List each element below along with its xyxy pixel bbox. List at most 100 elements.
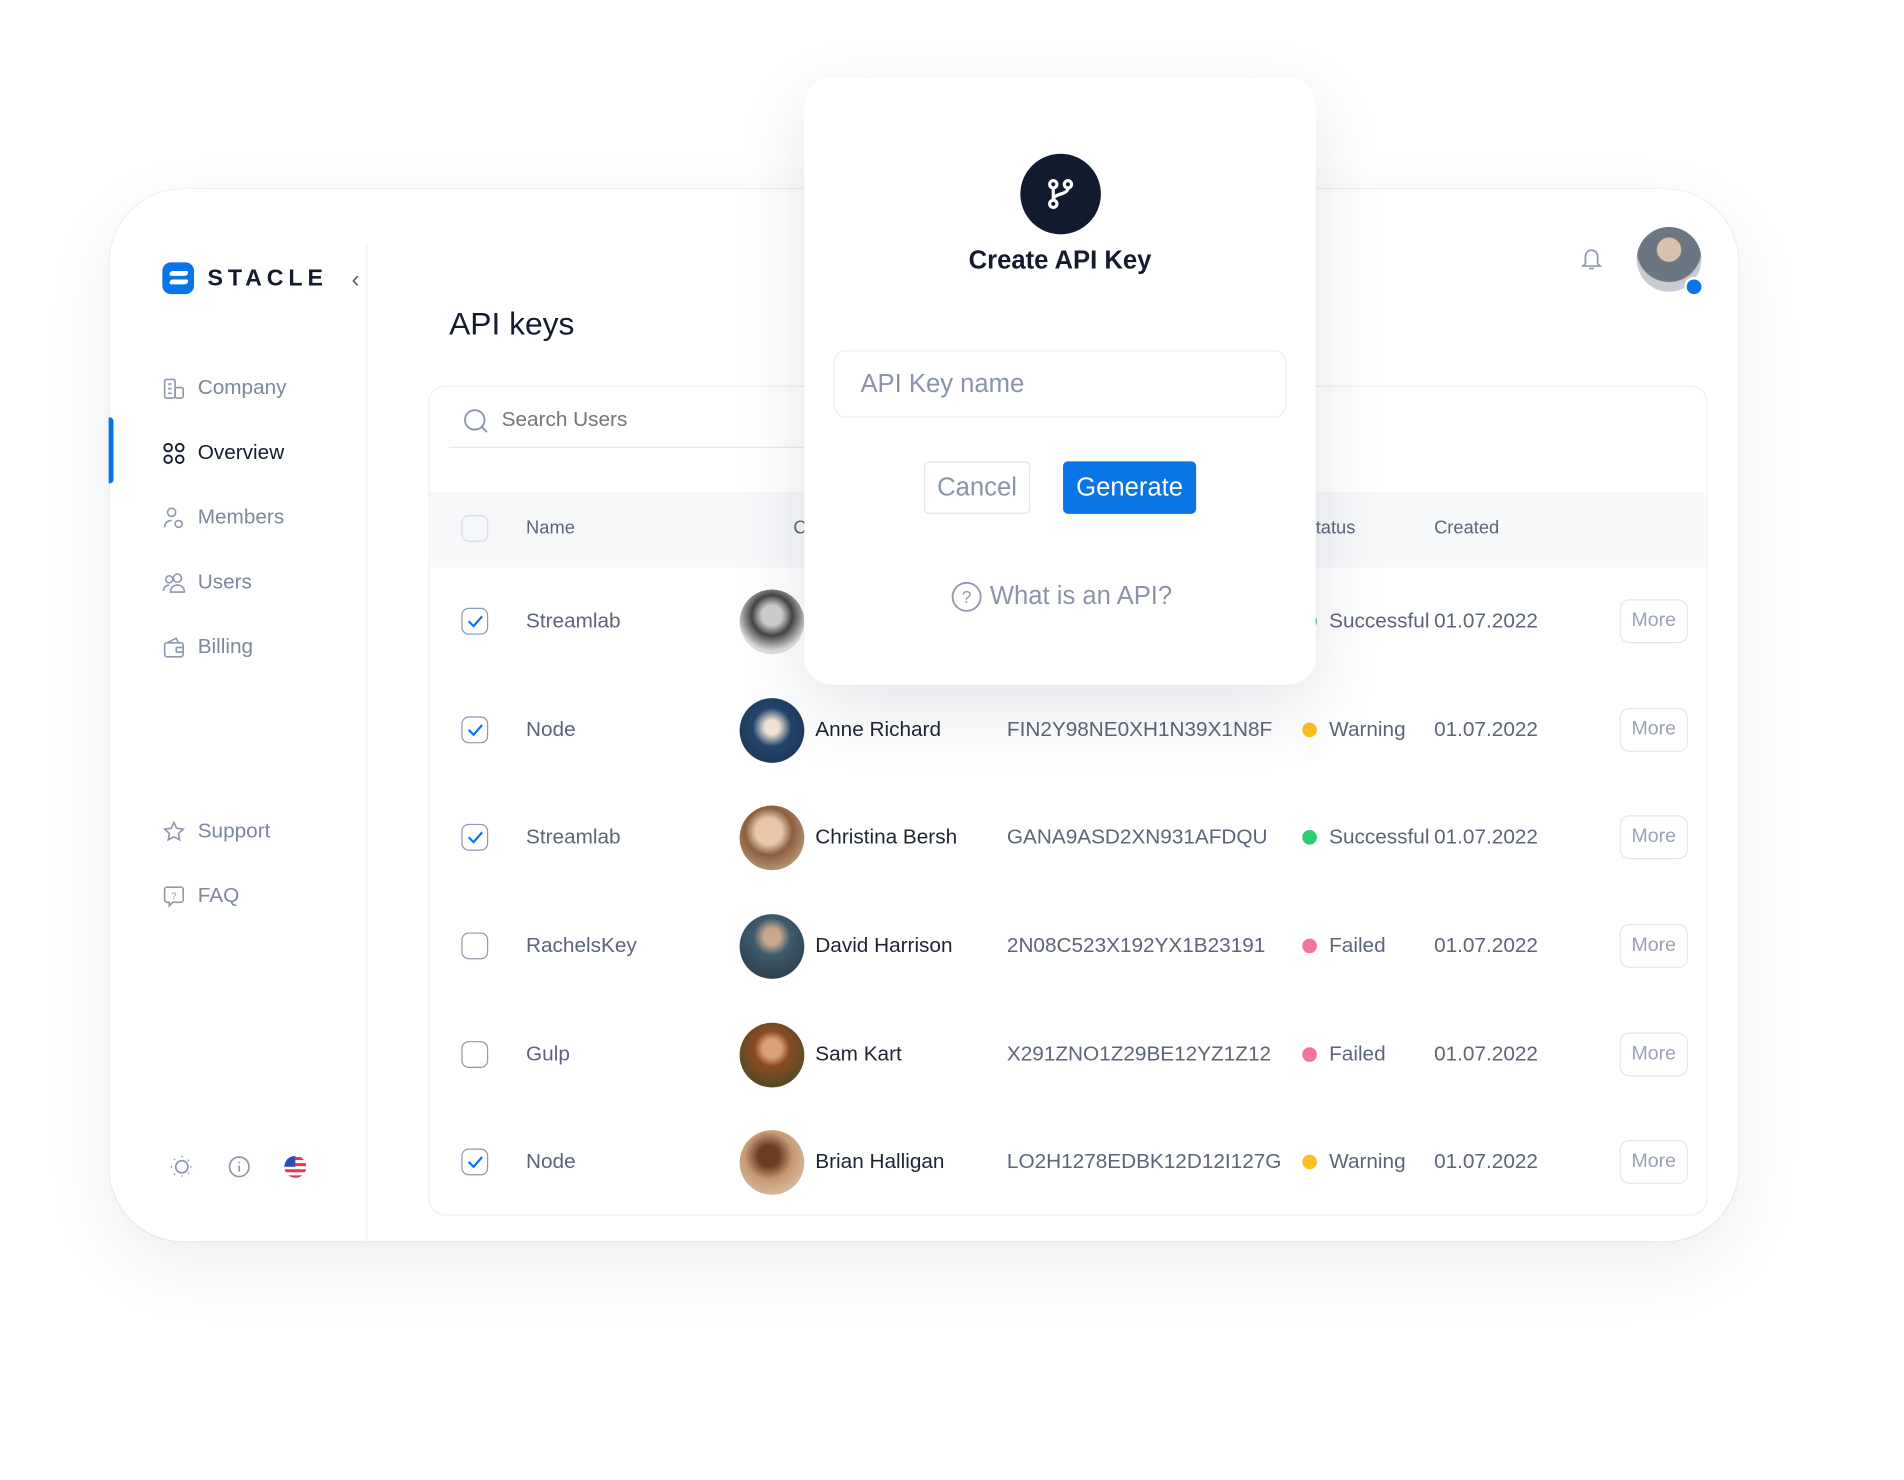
sidebar-item-label: Overview xyxy=(197,440,285,464)
page-title: API keys xyxy=(449,305,575,342)
help-link-label: What is an API? xyxy=(989,582,1173,611)
brand-name: STACLE xyxy=(207,266,328,292)
owner-avatar xyxy=(739,1022,805,1088)
status-dot xyxy=(1302,1154,1317,1170)
sidebar-item-billing[interactable]: Billing xyxy=(162,632,253,661)
status-label: Successful xyxy=(1329,825,1430,849)
building-icon xyxy=(163,378,185,399)
svg-text:?: ? xyxy=(962,588,972,607)
select-all-checkbox[interactable] xyxy=(461,515,489,542)
svg-text:?: ? xyxy=(171,890,176,900)
api-key-value: X291ZNO1Z29BE12YZ1Z12 xyxy=(1006,1042,1272,1066)
api-key-value: GANA9ASD2XN931AFDQU xyxy=(1006,825,1268,849)
status-label: Successful xyxy=(1329,609,1430,633)
status-label: Warning xyxy=(1329,1149,1406,1173)
key-name: Streamlab xyxy=(526,609,621,633)
owner-avatar xyxy=(739,1130,805,1195)
row-checkbox[interactable] xyxy=(461,716,489,744)
owner-avatar xyxy=(739,914,805,979)
owner-name: Brian Halligan xyxy=(815,1149,945,1173)
row-checkbox[interactable] xyxy=(461,932,489,960)
sidebar-item-label: Users xyxy=(197,569,252,594)
search-users-input[interactable] xyxy=(501,407,795,433)
bell-icon[interactable] xyxy=(1580,247,1603,271)
sidebar-item-company[interactable]: Company xyxy=(162,373,287,402)
key-name: Node xyxy=(526,717,576,741)
api-key-value: LO2H1278EDBK12D12I127G xyxy=(1006,1149,1282,1173)
api-key-value: FIN2Y98NE0XH1N39X1N8F xyxy=(1006,717,1273,741)
column-header-name[interactable]: Name xyxy=(526,517,575,538)
sidebar-item-members[interactable]: Members xyxy=(162,503,284,532)
stacle-logo-icon xyxy=(162,262,195,295)
owner-name: David Harrison xyxy=(815,933,953,957)
git-branch-icon xyxy=(1020,153,1101,235)
sidebar-divider xyxy=(366,244,368,1242)
collapse-sidebar-chevron-icon[interactable]: ‹ xyxy=(352,266,360,294)
search-underline xyxy=(449,446,816,448)
status-dot xyxy=(1302,722,1317,738)
more-button[interactable]: More xyxy=(1619,1139,1688,1184)
users-icon xyxy=(162,572,186,593)
key-name: RachelsKey xyxy=(526,933,637,957)
wallet-icon xyxy=(163,636,185,657)
question-bubble-icon: ? xyxy=(163,885,185,908)
owner-avatar xyxy=(739,805,805,871)
sidebar-item-users[interactable]: Users xyxy=(162,568,252,597)
checkmark-icon xyxy=(467,724,483,736)
generate-button[interactable]: Generate xyxy=(1063,461,1197,514)
owner-avatar xyxy=(739,589,805,655)
created-date: 01.07.2022 xyxy=(1434,609,1538,633)
key-name: Streamlab xyxy=(526,825,621,849)
sidebar-item-label: Billing xyxy=(197,634,254,658)
created-date: 01.07.2022 xyxy=(1434,933,1538,957)
row-checkbox[interactable] xyxy=(461,823,489,851)
sidebar-item-label: Company xyxy=(197,375,287,400)
column-header-created[interactable]: Created xyxy=(1434,517,1499,538)
checkmark-icon xyxy=(467,615,483,628)
what-is-api-link[interactable]: ? What is an API? xyxy=(951,581,1172,613)
search-icon xyxy=(464,409,488,433)
info-icon[interactable] xyxy=(227,1155,251,1179)
status-dot xyxy=(1302,829,1317,845)
sun-icon[interactable] xyxy=(170,1155,194,1179)
more-button[interactable]: More xyxy=(1619,707,1688,752)
member-settings-icon xyxy=(163,506,183,528)
checkmark-icon xyxy=(467,1156,483,1169)
help-circle-icon: ? xyxy=(951,581,982,612)
row-checkbox[interactable] xyxy=(461,1148,489,1176)
cancel-button[interactable]: Cancel xyxy=(923,461,1031,514)
created-date: 01.07.2022 xyxy=(1434,825,1538,849)
modal-title: Create API Key xyxy=(968,246,1152,275)
online-status-indicator xyxy=(1684,277,1704,297)
sidebar-item-label: Support xyxy=(197,818,271,843)
key-name: Node xyxy=(526,1149,576,1173)
key-name: Gulp xyxy=(526,1042,570,1066)
api-key-name-input[interactable] xyxy=(833,350,1287,418)
sidebar-item-label: FAQ xyxy=(197,883,240,907)
more-button[interactable]: More xyxy=(1619,599,1688,644)
status-label: Failed xyxy=(1329,1042,1386,1066)
active-indicator xyxy=(108,417,114,484)
api-key-value: 2N08C523X192YX1B23191 xyxy=(1006,933,1266,957)
us-flag-icon[interactable] xyxy=(283,1155,307,1179)
row-checkbox[interactable] xyxy=(461,1041,489,1068)
sidebar-item-label: Members xyxy=(197,505,285,529)
row-checkbox[interactable] xyxy=(461,607,489,635)
owner-name: Christina Bersh xyxy=(815,825,958,849)
sidebar-item-faq[interactable]: ? FAQ xyxy=(162,881,239,910)
star-icon xyxy=(162,820,186,841)
created-date: 01.07.2022 xyxy=(1434,1149,1538,1173)
status-dot xyxy=(1302,1047,1317,1062)
owner-avatar xyxy=(739,698,805,763)
owner-name: Anne Richard xyxy=(815,717,942,741)
owner-name: Sam Kart xyxy=(815,1042,902,1066)
sidebar-item-overview[interactable]: Overview xyxy=(162,438,284,467)
grid-icon xyxy=(163,442,185,464)
more-button[interactable]: More xyxy=(1619,815,1688,860)
created-date: 01.07.2022 xyxy=(1434,717,1538,741)
sidebar-item-support[interactable]: Support xyxy=(162,817,270,846)
checkmark-icon xyxy=(467,831,483,844)
created-date: 01.07.2022 xyxy=(1434,1042,1538,1066)
more-button[interactable]: More xyxy=(1619,923,1688,968)
more-button[interactable]: More xyxy=(1619,1032,1688,1077)
